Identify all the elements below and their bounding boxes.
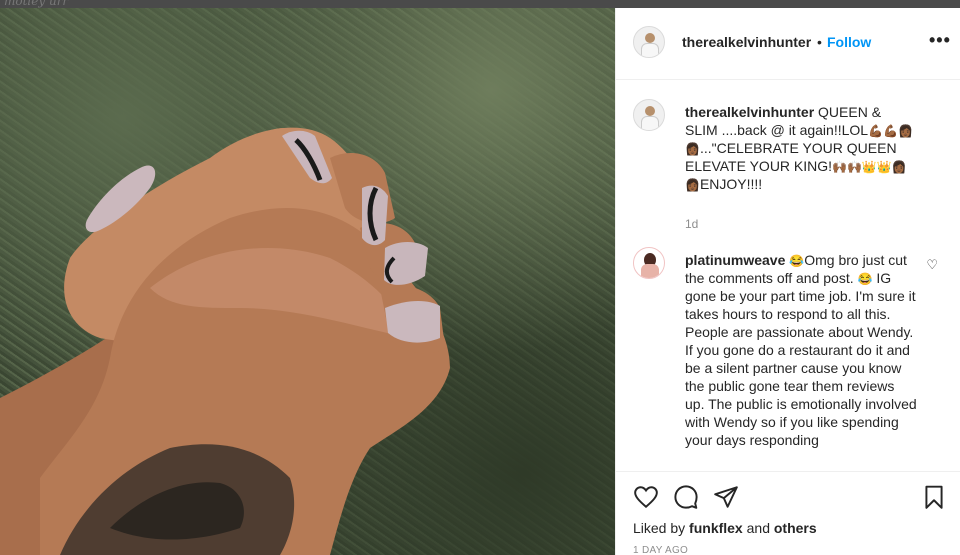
likes-middle: and [742, 520, 774, 536]
post-side-panel: therealkelvinhunter • Follow ••• thereal… [615, 8, 960, 555]
caption-emoji-3: 🙌🏾🙌🏾👑👑👩🏾 [832, 160, 907, 174]
author-username[interactable]: therealkelvinhunter [682, 34, 811, 50]
commenter-username[interactable]: platinumweave [685, 252, 785, 268]
caption-time[interactable]: 1d [685, 217, 698, 231]
comment-like-heart-icon[interactable]: ♡ [926, 257, 938, 273]
header-separator: • [817, 34, 822, 50]
likes-summary: Liked by funkflex and others [633, 520, 817, 536]
post-photo[interactable] [0, 8, 615, 555]
caption-text: therealkelvinhunter QUEEN & SLIM ....bac… [685, 103, 917, 193]
post-actions: Liked by funkflex and others 1 DAY AGO [616, 471, 960, 555]
more-options-icon[interactable]: ••• [929, 30, 951, 51]
like-heart-icon[interactable] [633, 484, 659, 510]
comment-bubble-icon[interactable] [673, 484, 699, 510]
comment-text-b: IG gone be your part time job. I'm sure … [685, 270, 917, 448]
caption: therealkelvinhunter QUEEN & SLIM ....bac… [633, 99, 953, 239]
likes-others-link[interactable]: others [774, 520, 817, 536]
post-date[interactable]: 1 DAY AGO [633, 545, 688, 555]
comment-emoji-a: 😂 [789, 254, 805, 268]
background-page-strip: motley urr [0, 0, 960, 8]
comment-emoji-b: 😂 [857, 272, 873, 286]
comment-item: platinumweave 😂Omg bro just cut the comm… [633, 247, 953, 471]
bookmark-icon[interactable] [921, 484, 947, 510]
caption-emoji-4: 👩🏾 [685, 178, 700, 192]
follow-button[interactable]: Follow [827, 34, 871, 50]
caption-text-3: ENJOY!!!! [699, 176, 763, 192]
author-avatar[interactable] [633, 26, 665, 58]
comment-text: platinumweave 😂Omg bro just cut the comm… [685, 251, 917, 449]
comments-list[interactable]: therealkelvinhunter QUEEN & SLIM ....bac… [616, 81, 960, 471]
likes-prefix: Liked by [633, 520, 690, 536]
instagram-post-modal: motley urr therealkelvinhunter • Follow … [0, 0, 960, 555]
paper-plane-icon[interactable] [713, 484, 739, 510]
caption-emoji-2: 👩🏾 [685, 142, 700, 156]
caption-emoji-1: 💪🏾💪🏾👩🏾 [868, 124, 913, 138]
commenter-avatar[interactable] [633, 247, 665, 279]
hands-illustration [0, 127, 450, 555]
caption-avatar[interactable] [633, 99, 665, 131]
liked-by-user[interactable]: funkflex [689, 520, 743, 536]
post-header: therealkelvinhunter • Follow ••• [616, 8, 960, 80]
caption-username[interactable]: therealkelvinhunter [685, 104, 814, 120]
background-title: motley urr [4, 0, 69, 8]
